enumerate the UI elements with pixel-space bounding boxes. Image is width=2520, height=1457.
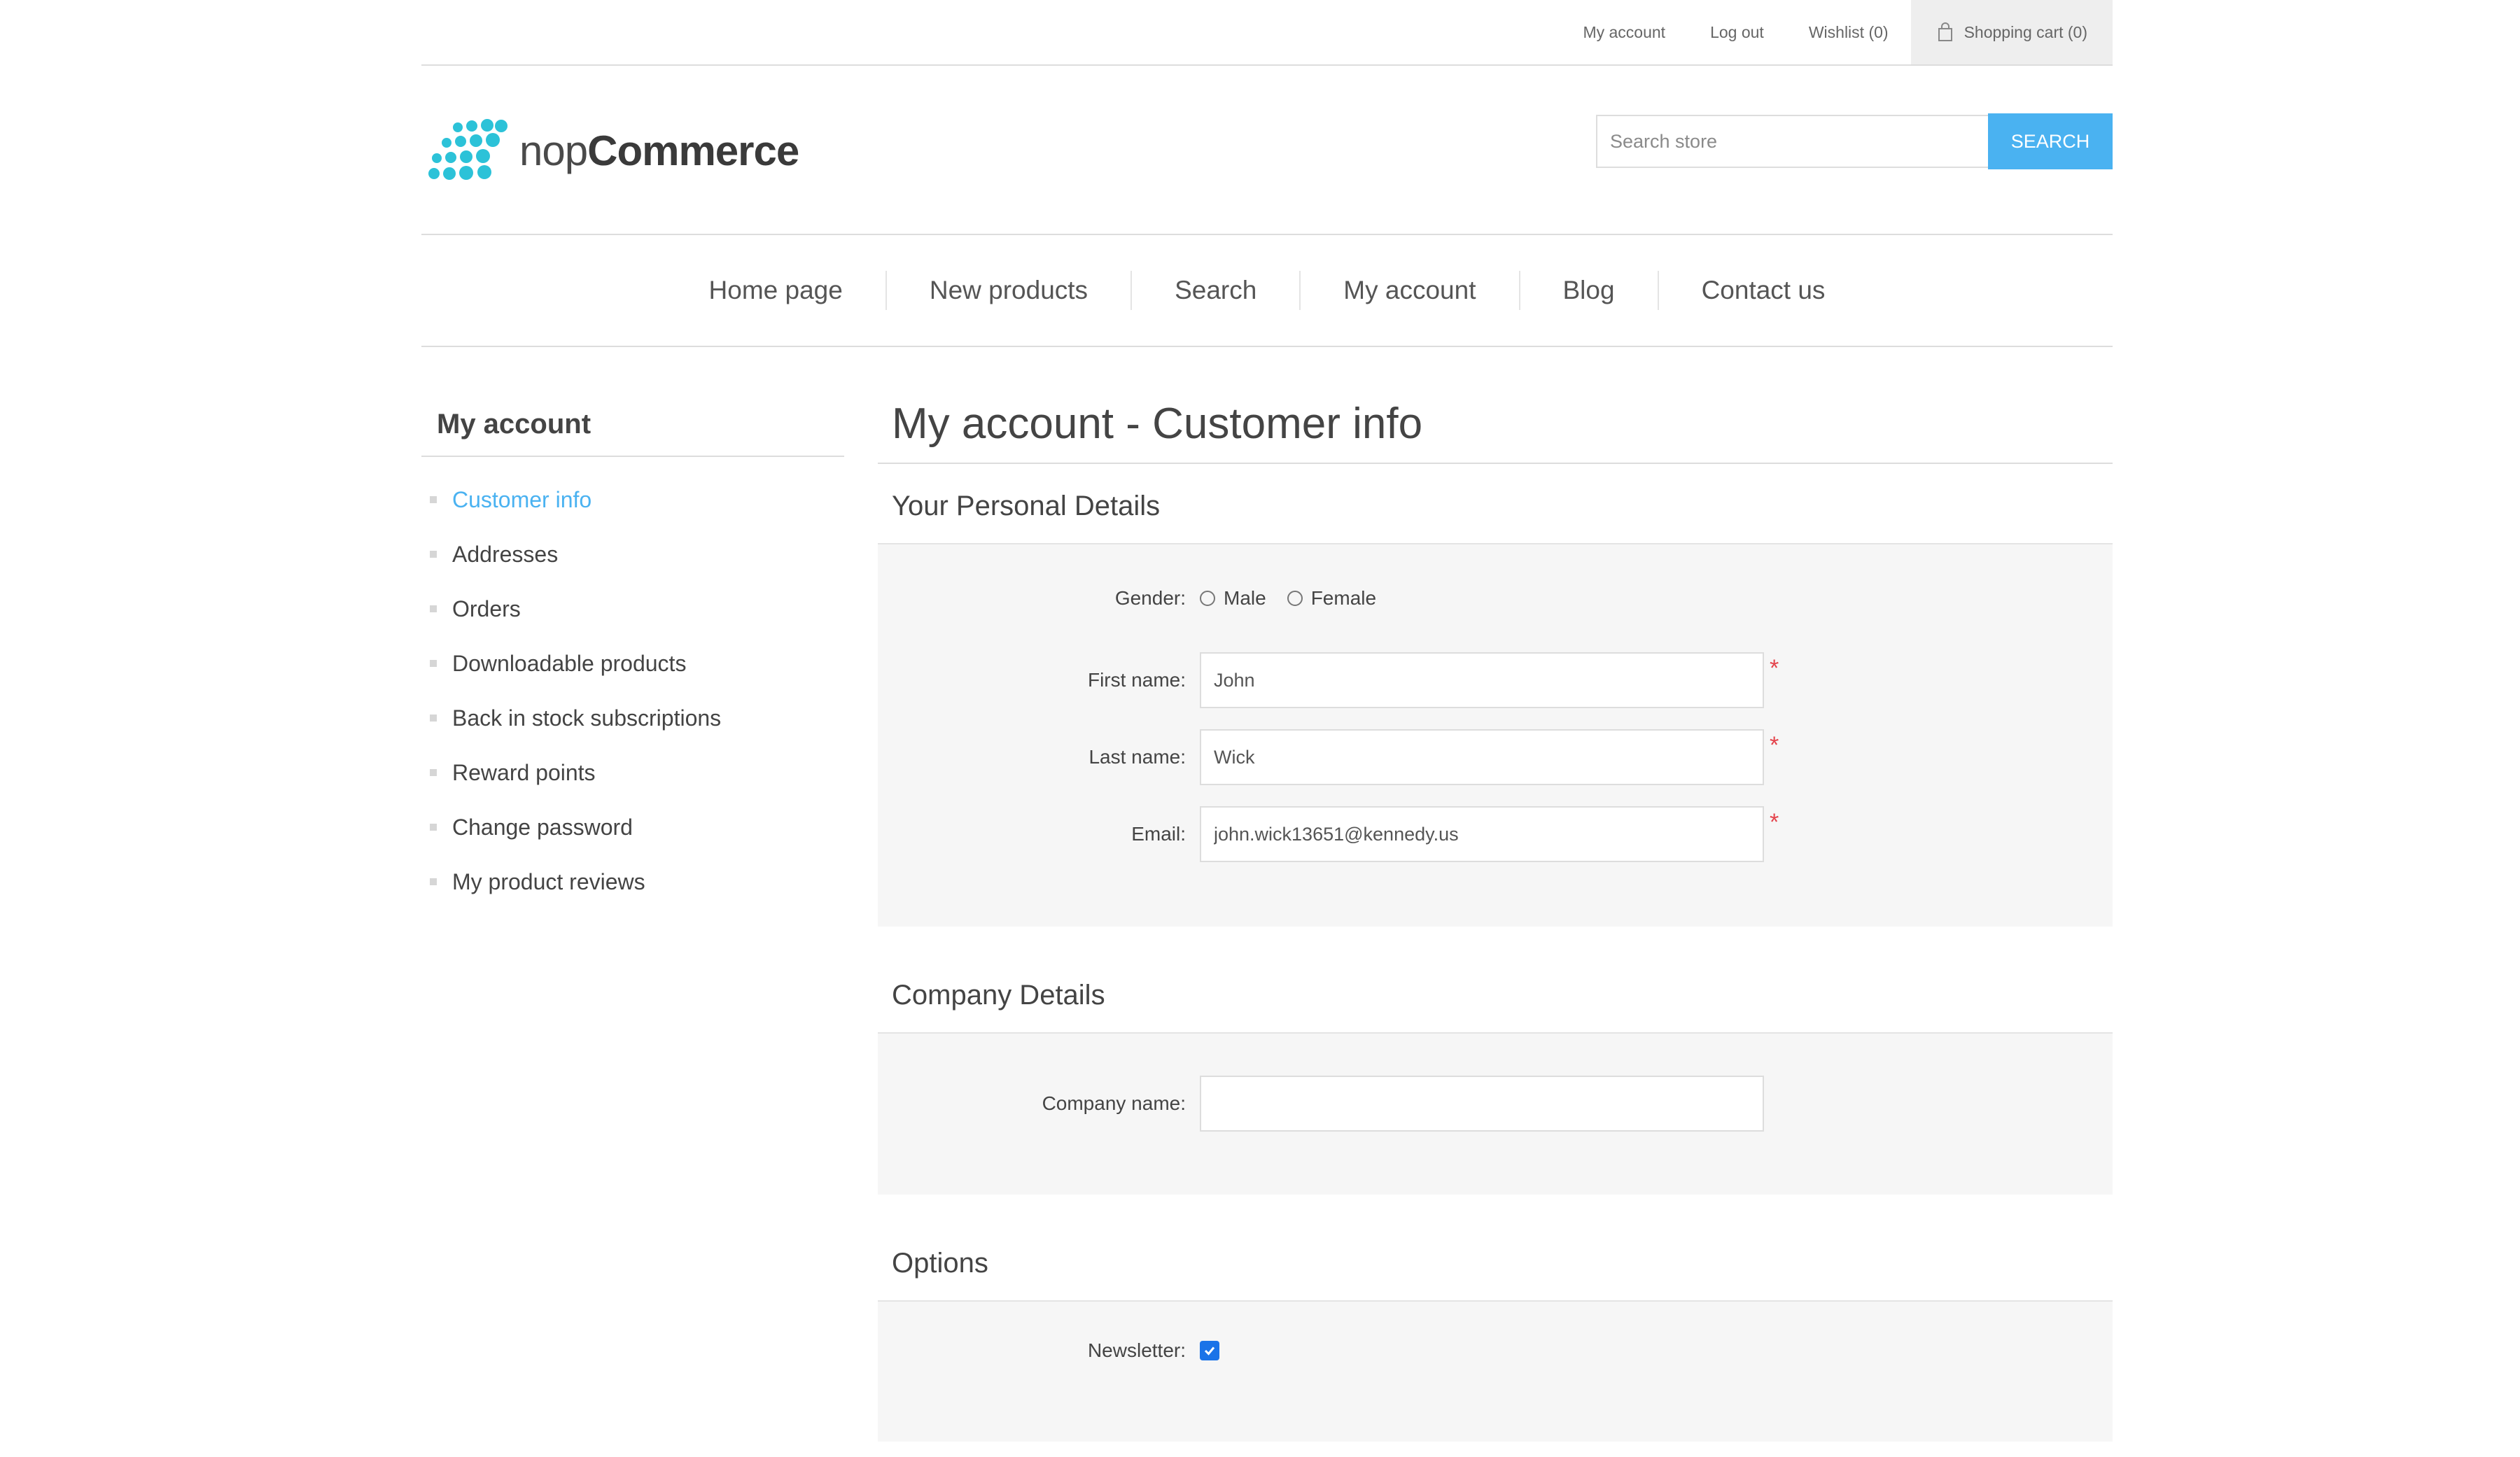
search-box: SEARCH	[1596, 113, 2113, 169]
bullet-icon	[430, 660, 437, 667]
header-middle: nopCommerce SEARCH	[421, 105, 2113, 192]
header-shopping-cart-link[interactable]: Shopping cart (0)	[1910, 0, 2113, 64]
menu-item-contact-us[interactable]: Contact us	[1659, 276, 1868, 305]
email-label: Email:	[1131, 823, 1186, 845]
menu-item-blog[interactable]: Blog	[1520, 276, 1658, 305]
header-wishlist-link[interactable]: Wishlist (0)	[1809, 23, 1889, 42]
main-content: My account - Customer info Your Personal…	[878, 399, 2113, 1442]
menu-item-home-page[interactable]: Home page	[666, 276, 886, 305]
side-nav-item-reward-points[interactable]: Reward points	[421, 745, 844, 800]
shopping-cart-label: Shopping cart (0)	[1963, 22, 2087, 41]
side-nav-item-label: Downloadable products	[452, 650, 687, 676]
newsletter-label: Newsletter:	[1087, 1339, 1186, 1361]
bullet-icon	[430, 824, 437, 831]
personal-details-panel: Gender: Male Female First name: * Last n…	[878, 544, 2113, 927]
newsletter-row: Newsletter:	[878, 1330, 2113, 1372]
menu-item-my-account[interactable]: My account	[1301, 276, 1518, 305]
gender-label: Gender:	[1114, 587, 1186, 609]
menu-item-search[interactable]: Search	[1132, 276, 1299, 305]
company-details-panel: Company name:	[878, 1034, 2113, 1195]
email-field[interactable]	[1200, 806, 1764, 862]
logo-text: nopCommerce	[519, 127, 799, 175]
bullet-icon	[430, 605, 437, 612]
options-title: Options	[878, 1195, 2113, 1302]
logo-text-bold: Commerce	[587, 127, 799, 174]
first-name-label: First name:	[1087, 669, 1186, 691]
required-marker: *	[1770, 732, 1779, 759]
newsletter-checkbox[interactable]	[1200, 1341, 1219, 1360]
company-name-label: Company name:	[1042, 1092, 1186, 1114]
required-marker: *	[1770, 809, 1779, 836]
gender-female-radio[interactable]	[1287, 591, 1303, 606]
side-nav-item-label: Orders	[452, 596, 521, 621]
gender-female-label[interactable]: Female	[1311, 587, 1376, 610]
last-name-row: Last name: *	[878, 729, 2113, 785]
company-name-row: Company name:	[878, 1076, 2113, 1132]
side-nav-item-product-reviews[interactable]: My product reviews	[421, 854, 844, 909]
side-nav-title: My account	[421, 399, 844, 457]
header-links-bar: My account Log out Wishlist (0) Shopping…	[421, 0, 2113, 66]
required-marker: *	[1770, 655, 1779, 682]
gender-male-label[interactable]: Male	[1224, 587, 1266, 610]
header-my-account-link[interactable]: My account	[1583, 23, 1665, 42]
bullet-icon	[430, 878, 437, 885]
top-menu: Home page New products Search My account…	[421, 234, 2113, 347]
email-row: Email: *	[878, 806, 2113, 862]
side-nav-item-orders[interactable]: Orders	[421, 582, 844, 636]
bullet-icon	[430, 496, 437, 503]
checkmark-icon	[1204, 1346, 1215, 1356]
logo-text-light: nop	[519, 127, 588, 174]
bullet-icon	[430, 769, 437, 776]
personal-details-title: Your Personal Details	[878, 464, 2113, 544]
gender-row: Gender: Male Female	[878, 581, 2113, 616]
side-nav-item-label: Customer info	[452, 486, 592, 512]
gender-male-radio[interactable]	[1200, 591, 1215, 606]
side-nav-item-label: Back in stock subscriptions	[452, 705, 722, 731]
menu-item-new-products[interactable]: New products	[887, 276, 1130, 305]
bullet-icon	[430, 715, 437, 722]
side-nav-item-label: My product reviews	[452, 868, 645, 894]
last-name-field[interactable]	[1200, 729, 1764, 785]
side-nav-item-label: Reward points	[452, 759, 596, 785]
first-name-row: First name: *	[878, 652, 2113, 708]
side-nav-item-addresses[interactable]: Addresses	[421, 527, 844, 582]
search-button[interactable]: SEARCH	[1988, 113, 2113, 169]
store-logo[interactable]: nopCommerce	[426, 119, 799, 182]
last-name-label: Last name:	[1088, 746, 1186, 768]
logo-dots-icon	[428, 119, 507, 180]
side-nav-item-downloadable-products[interactable]: Downloadable products	[421, 636, 844, 691]
side-nav-item-label: Addresses	[452, 541, 559, 567]
bullet-icon	[430, 551, 437, 558]
options-panel: Newsletter:	[878, 1302, 2113, 1442]
side-nav-item-change-password[interactable]: Change password	[421, 800, 844, 854]
company-name-field[interactable]	[1200, 1076, 1764, 1132]
account-side-nav: My account Customer info Addresses Order…	[421, 399, 844, 909]
side-nav-item-back-in-stock[interactable]: Back in stock subscriptions	[421, 691, 844, 745]
side-nav-item-customer-info[interactable]: Customer info	[421, 472, 844, 527]
page-title: My account - Customer info	[878, 399, 2113, 464]
page: My account Log out Wishlist (0) Shopping…	[0, 0, 2520, 1457]
first-name-field[interactable]	[1200, 652, 1764, 708]
header-log-out-link[interactable]: Log out	[1710, 23, 1764, 42]
shopping-bag-icon	[1938, 22, 1952, 41]
company-details-title: Company Details	[878, 927, 2113, 1034]
search-input[interactable]	[1596, 115, 1988, 168]
side-nav-item-label: Change password	[452, 814, 633, 840]
